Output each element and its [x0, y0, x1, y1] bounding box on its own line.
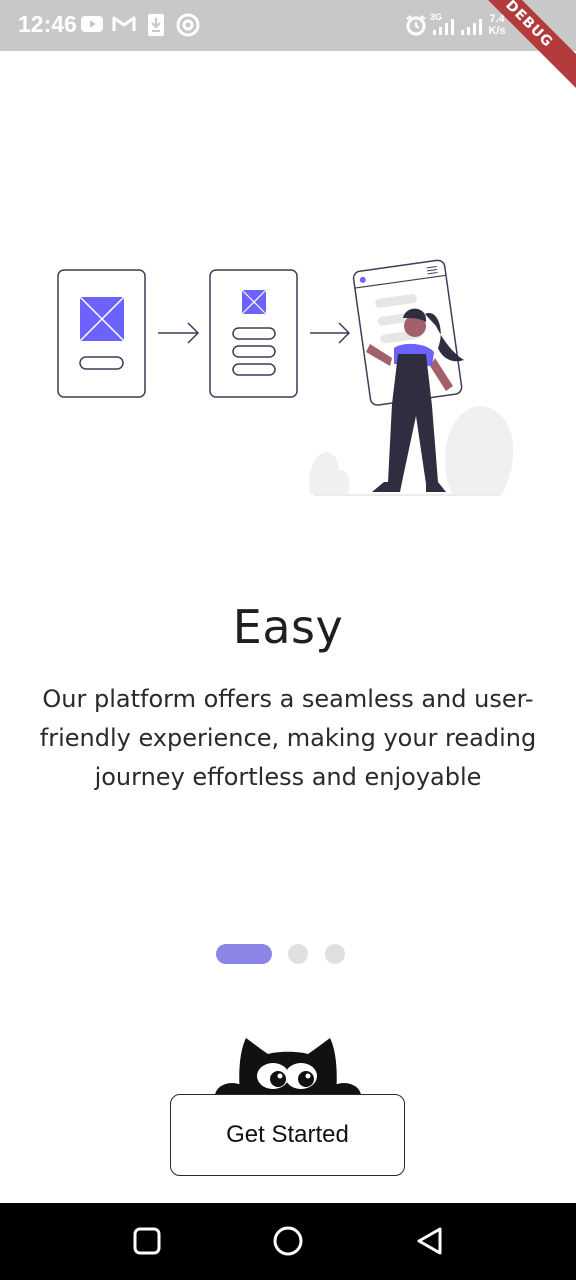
get-started-label: Get Started	[226, 1121, 349, 1148]
back-icon[interactable]	[410, 1221, 450, 1261]
onboarding-title: Easy	[232, 600, 344, 654]
page-dot-active[interactable]	[216, 944, 272, 964]
wireframe-screen-icon	[57, 269, 146, 398]
recent-apps-icon[interactable]	[126, 1221, 166, 1261]
youtube-icon	[81, 16, 103, 32]
arrow-right-icon	[310, 322, 351, 344]
download-icon	[148, 14, 164, 36]
page-indicator	[0, 943, 576, 965]
status-bar: 12:46 3G 7.4 K/s	[0, 0, 576, 51]
gmail-icon	[112, 16, 136, 31]
navigation-bar	[0, 1203, 576, 1280]
onboarding-illustration	[57, 259, 514, 496]
page-dot[interactable]	[325, 944, 345, 964]
speed-unit: K/s	[488, 25, 506, 37]
page-dot[interactable]	[288, 944, 308, 964]
home-icon[interactable]	[268, 1221, 308, 1261]
get-started-button[interactable]: Get Started	[170, 1094, 405, 1176]
wireframe-list-icon	[209, 269, 298, 398]
arrow-right-icon	[158, 322, 200, 344]
signal-icon	[461, 19, 482, 35]
alarm-icon	[406, 15, 426, 36]
onboarding-description: Our platform offers a seamless and user-…	[39, 685, 537, 791]
status-time: 12:46	[18, 11, 77, 37]
signal-icon	[433, 19, 454, 35]
at-sign-icon	[176, 13, 200, 37]
